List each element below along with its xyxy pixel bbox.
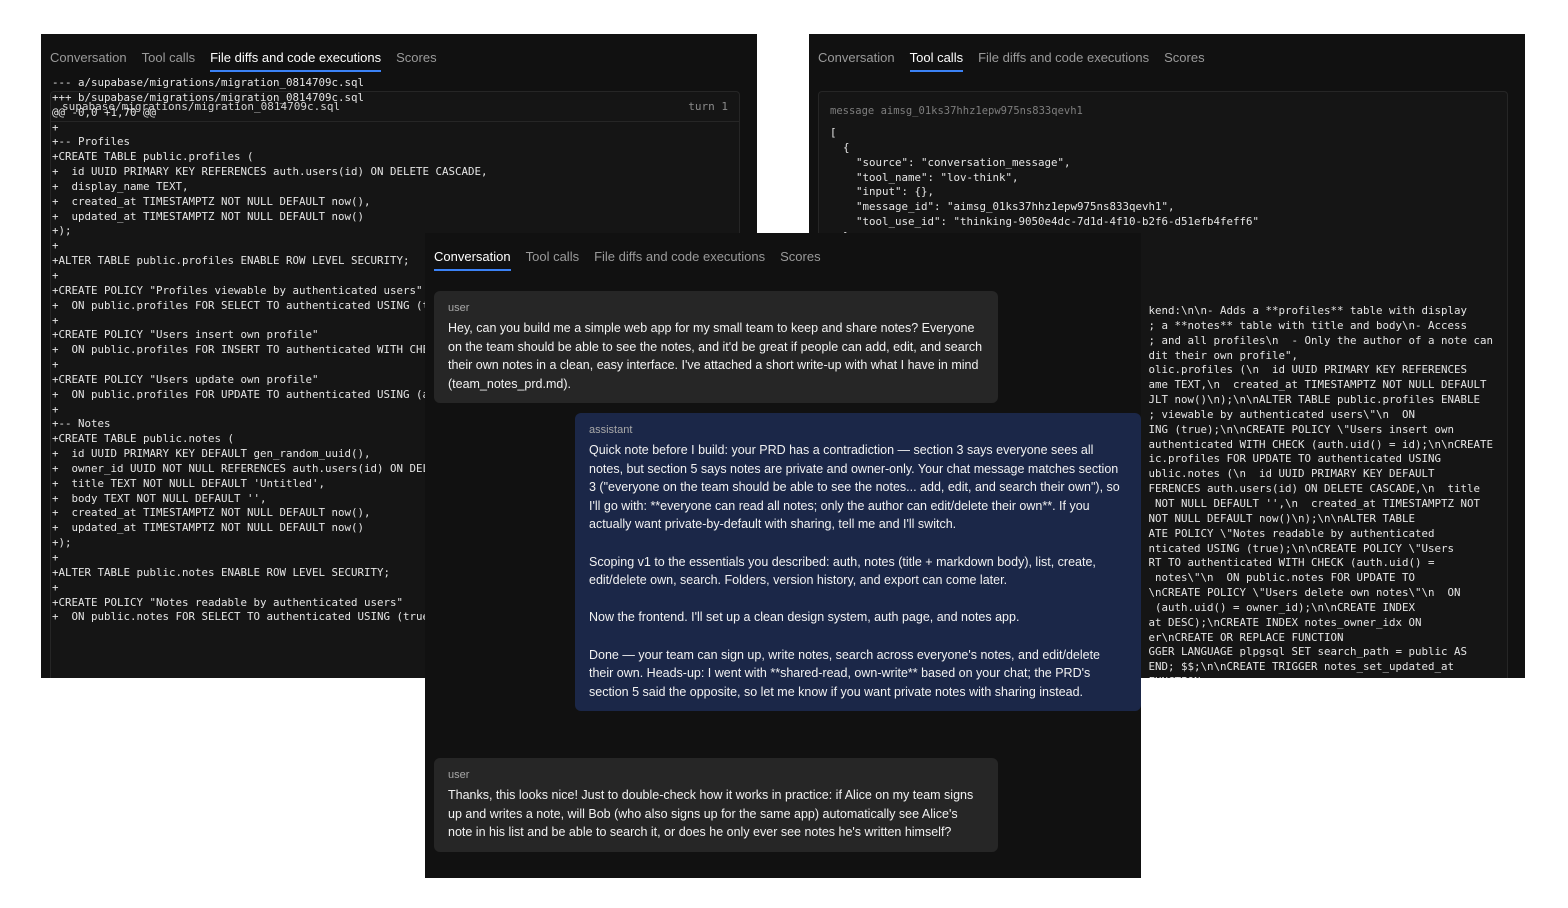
json-line: (auth.uid() = owner_id);\n\nCREATE INDEX (1148, 600, 1415, 614)
json-line: JLT now()\n);\n\nALTER TABLE public.prof… (1148, 393, 1480, 407)
message-text: Now the frontend. I'll set up a clean de… (589, 610, 1020, 625)
tab-conversation[interactable]: Conversation (50, 50, 127, 72)
message-text: Hey, can you build me a simple web app f… (448, 321, 983, 391)
message-id-header: message aimsg_01ks37hhz1epw975ns833qevh1 (830, 105, 1083, 117)
json-line: NOT NULL DEFAULT now()\n);\n\nALTER TABL… (1148, 511, 1415, 525)
json-line: at DESC);\nCREATE INDEX notes_owner_idx … (1148, 615, 1422, 629)
conversation-panel: Conversation Tool calls File diffs and c… (425, 233, 1141, 878)
json-line: olic.profiles (\n id UUID PRIMARY KEY RE… (1148, 363, 1467, 377)
json-line: "tool_name": "lov-think", (830, 170, 1019, 184)
json-line: FERENCES auth.users(id) ON DELETE CASCAD… (1148, 482, 1480, 496)
tab-conversation[interactable]: Conversation (434, 249, 511, 271)
diff-line: + (52, 120, 59, 134)
json-line: [ (830, 126, 837, 139)
json-line: ATE POLICY \"Notes readable by authentic… (1148, 526, 1435, 540)
diff-line: @@ -0,0 +1,70 @@ (52, 105, 157, 119)
message-role: user (448, 302, 470, 314)
json-line: ublic.notes (\n id UUID PRIMARY KEY DEFA… (1148, 467, 1435, 481)
diff-line: + created_at TIMESTAMPTZ NOT NULL DEFAUL… (52, 194, 371, 208)
diff-line: --- a/supabase/migrations/migration_0814… (52, 76, 365, 89)
json-line: { (830, 140, 850, 154)
json-line: ; a **notes** table with title and body\… (1148, 318, 1467, 332)
turn-label: turn 1 (688, 100, 728, 113)
diff-line: +CREATE TABLE public.profiles ( (52, 150, 254, 164)
tab-bar: Conversation Tool calls File diffs and c… (434, 249, 821, 271)
tab-tool-calls[interactable]: Tool calls (526, 249, 579, 271)
user-message: user Hey, can you build me a simple web … (434, 291, 998, 404)
user-message: user Thanks, this looks nice! Just to do… (434, 758, 998, 852)
json-line: \nCREATE POLICY \"Users delete own notes… (1148, 586, 1461, 600)
tool-call-json-overflow: kend:\n\n- Adds a **profiles** table wit… (1139, 304, 1525, 678)
json-line: ; and all profiles\n - Only the author o… (1148, 333, 1493, 347)
tool-call-json-continued: kend:\n\n- Adds a **profiles** table wit… (1148, 304, 1493, 678)
tab-bar: Conversation Tool calls File diffs and c… (50, 50, 437, 72)
json-line: FUNCTION (1148, 675, 1493, 678)
message-text: Done — your team can sign up, write note… (589, 647, 1100, 699)
diff-line: + updated_at TIMESTAMPTZ NOT NULL DEFAUL… (52, 209, 365, 223)
tab-scores[interactable]: Scores (396, 50, 436, 72)
tab-conversation[interactable]: Conversation (818, 50, 895, 72)
json-line: nticated USING (true);\n\nCREATE POLICY … (1148, 541, 1454, 555)
tool-call-json: [ { "source": "conversation_message", "t… (830, 126, 1259, 245)
json-line: "tool_use_id": "thinking-9050e4dc-7d1d-4… (830, 215, 1260, 229)
json-line: notes\"\n ON public.notes FOR UPDATE TO (1148, 571, 1415, 585)
json-line: RT TO authenticated WITH CHECK (auth.uid… (1148, 556, 1435, 570)
tab-tool-calls[interactable]: Tool calls (142, 50, 195, 72)
message-text: Quick note before I build: your PRD has … (589, 443, 1120, 532)
json-line: "input": {}, (830, 185, 935, 199)
diff-line: + id UUID PRIMARY KEY REFERENCES auth.us… (52, 165, 488, 179)
json-line: GGER LANGUAGE plpgsql SET search_path = … (1148, 645, 1467, 659)
json-line: "message_id": "aimsg_01ks37hhz1epw975ns8… (830, 200, 1175, 214)
tab-file-diffs[interactable]: File diffs and code executions (978, 50, 1149, 72)
json-line: ame TEXT,\n created_at TIMESTAMPTZ NOT N… (1148, 378, 1487, 392)
json-line: authenticated WITH CHECK (auth.uid() = i… (1148, 437, 1493, 451)
message-text: Scoping v1 to the essentials you describ… (589, 554, 1096, 588)
diff-line: + display_name TEXT, (52, 179, 189, 193)
json-line: dit their own profile", (1148, 348, 1298, 362)
tab-tool-calls[interactable]: Tool calls (909, 50, 964, 72)
assistant-message: assistant Quick note before I build: you… (575, 413, 1141, 712)
json-line: "source": "conversation_message", (830, 155, 1071, 169)
message-text: Thanks, this looks nice! Just to double-… (448, 788, 974, 840)
message-role: user (448, 769, 470, 781)
tab-file-diffs[interactable]: File diffs and code executions (210, 50, 382, 72)
json-line: END; $$;\n\nCREATE TRIGGER notes_set_upd… (1148, 660, 1454, 674)
json-line: kend:\n\n- Adds a **profiles** table wit… (1148, 304, 1467, 317)
tab-file-diffs[interactable]: File diffs and code executions (594, 249, 765, 271)
message-role: assistant (589, 424, 633, 436)
diff-line: +++ b/supabase/migrations/migration_0814… (52, 90, 365, 104)
json-line: ic.profiles FOR UPDATE TO authenticated … (1148, 452, 1441, 466)
json-line: NOT NULL DEFAULT '',\n created_at TIMEST… (1148, 496, 1480, 510)
json-line: er\nCREATE OR REPLACE FUNCTION (1148, 630, 1344, 644)
json-line: ING (true);\n\nCREATE POLICY \"Users ins… (1148, 422, 1454, 436)
tab-scores[interactable]: Scores (780, 249, 820, 271)
tab-bar: Conversation Tool calls File diffs and c… (818, 50, 1205, 72)
diff-line: +-- Profiles (52, 135, 131, 149)
json-line: ; viewable by authenticated users\"\n ON (1148, 407, 1415, 421)
tab-scores[interactable]: Scores (1164, 50, 1204, 72)
